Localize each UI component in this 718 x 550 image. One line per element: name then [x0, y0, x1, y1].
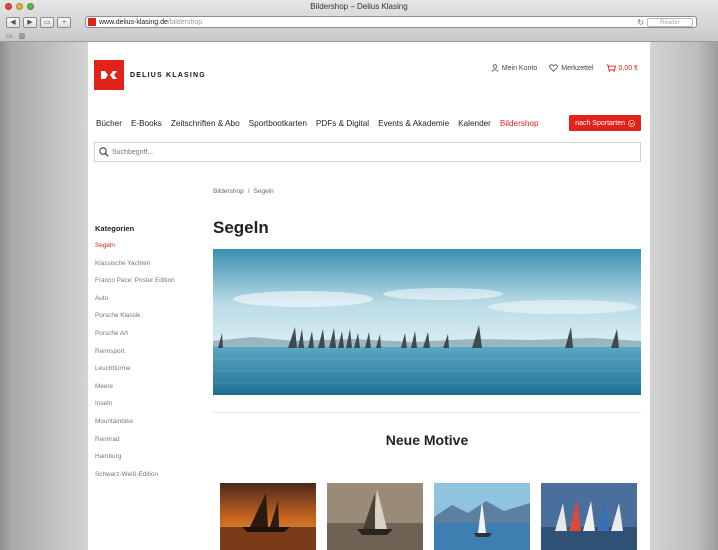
add-bookmark-button[interactable]: + [57, 16, 71, 28]
motif-thumbnail[interactable] [541, 483, 637, 550]
logo-text: DELIUS KLASING [130, 71, 206, 79]
sidebar-item-inseln[interactable]: Inseln [95, 399, 195, 417]
window-title: Bildershop – Delius Klasing [310, 2, 408, 11]
account-label: Mein Konto [501, 64, 538, 72]
site-logo[interactable]: DELIUS KLASING [94, 58, 226, 92]
minimize-window-icon[interactable] [16, 3, 23, 10]
nav-item-ebooks[interactable]: E-Books [131, 119, 162, 128]
back-button[interactable]: ◀ [6, 16, 20, 28]
main-navigation: Bücher E-Books Zeitschriften & Abo Sport… [96, 114, 641, 132]
window-controls [5, 3, 34, 10]
nav-item-events[interactable]: Events & Akademie [378, 119, 449, 128]
window-titlebar: Bildershop – Delius Klasing [0, 0, 718, 14]
site-favicon-icon [88, 18, 96, 26]
reading-list-icon[interactable]: ▭ [6, 32, 13, 40]
sidebar-item-rennsport[interactable]: Rennsport [95, 347, 195, 365]
motif-thumbnail[interactable] [327, 483, 423, 550]
logo-mark-icon [94, 60, 124, 90]
sport-button-label: nach Sportarten [575, 119, 625, 127]
sidebar-item-meere[interactable]: Meere [95, 382, 195, 400]
sidebar-item-schwarz-weiss[interactable]: Schwarz-Weiß-Edition [95, 470, 195, 488]
share-button[interactable]: ▭ [40, 16, 54, 28]
section-title: Neue Motive [385, 432, 469, 448]
breadcrumb: Bildershop / Segeln [213, 188, 274, 195]
sidebar-item-auto[interactable]: Auto [95, 294, 195, 312]
nav-item-zeitschriften[interactable]: Zeitschriften & Abo [171, 119, 240, 128]
breadcrumb-root[interactable]: Bildershop [213, 188, 244, 195]
browser-toolbar: ◀ ▶ ▭ + www.delius-klasing.de /bildersho… [0, 14, 718, 30]
reader-button[interactable]: Reader [647, 18, 693, 27]
motif-thumbnail[interactable] [434, 483, 530, 550]
reload-icon[interactable]: ↻ [637, 18, 644, 27]
wishlist-label: Merkzettel [561, 64, 594, 72]
sidebar-item-segeln[interactable]: Segeln [95, 241, 195, 259]
chevron-down-icon [628, 119, 635, 127]
bookmarks-bar: ▭ ▥ [0, 30, 718, 41]
heart-icon [549, 64, 559, 72]
web-page: DELIUS KLASING Mein Konto Merkzettel 0,0… [88, 42, 650, 550]
search-box [94, 142, 641, 162]
right-backdrop [650, 42, 718, 550]
nav-item-bildershop[interactable]: Bildershop [500, 119, 539, 128]
search-icon[interactable] [99, 147, 109, 157]
forward-button[interactable]: ▶ [23, 16, 37, 28]
close-window-icon[interactable] [5, 3, 12, 10]
breadcrumb-separator: / [247, 188, 250, 195]
nav-item-kalender[interactable]: Kalender [458, 119, 491, 128]
category-sidebar: Kategorien Segeln Klassische Yachten Fra… [95, 224, 195, 487]
cart-icon [606, 64, 616, 72]
motif-thumbnail[interactable] [220, 483, 316, 550]
url-domain: www.delius-klasing.de [99, 18, 168, 26]
page-title: Segeln [213, 218, 269, 237]
sidebar-item-rennrad[interactable]: Rennrad [95, 435, 195, 453]
search-input[interactable] [112, 148, 612, 156]
sidebar-item-franco-pace[interactable]: Franco Pace: Poster Edition [95, 276, 195, 294]
nav-item-pdfs[interactable]: PDFs & Digital [316, 119, 369, 128]
breadcrumb-current: Segeln [253, 188, 274, 195]
sidebar-item-leuchttuerme[interactable]: Leuchttürme [95, 364, 195, 382]
sidebar-item-porsche-art[interactable]: Porsche Art [95, 329, 195, 347]
left-backdrop [0, 42, 88, 550]
account-link[interactable]: Mein Konto [491, 64, 537, 72]
nav-item-buecher[interactable]: Bücher [96, 119, 122, 128]
sidebar-item-porsche-klassik[interactable]: Porsche Klassik [95, 311, 195, 329]
hero-image [213, 249, 641, 395]
address-bar[interactable]: www.delius-klasing.de /bildershop ↻ Read… [85, 16, 697, 28]
sidebar-item-mountainbike[interactable]: Mountainbike [95, 417, 195, 435]
sidebar-item-hamburg[interactable]: Hamburg [95, 452, 195, 470]
top-sites-icon[interactable]: ▥ [19, 32, 26, 40]
wishlist-link[interactable]: Merkzettel [549, 64, 594, 72]
url-path: /bildershop [167, 18, 203, 26]
new-motifs-gallery [220, 483, 637, 550]
maximize-window-icon[interactable] [27, 3, 34, 10]
cart-value: 0,00 € [618, 64, 638, 72]
browser-chrome: Bildershop – Delius Klasing ◀ ▶ ▭ + www.… [0, 0, 718, 42]
account-bar: Mein Konto Merkzettel 0,00 € [491, 64, 638, 72]
sidebar-item-klassische-yachten[interactable]: Klassische Yachten [95, 259, 195, 277]
nav-item-sportbootkarten[interactable]: Sportbootkarten [249, 119, 307, 128]
section-divider [213, 412, 641, 413]
user-icon [491, 64, 499, 72]
cart-link[interactable]: 0,00 € [606, 64, 638, 72]
sport-categories-button[interactable]: nach Sportarten [569, 115, 641, 131]
sidebar-heading: Kategorien [95, 224, 135, 233]
